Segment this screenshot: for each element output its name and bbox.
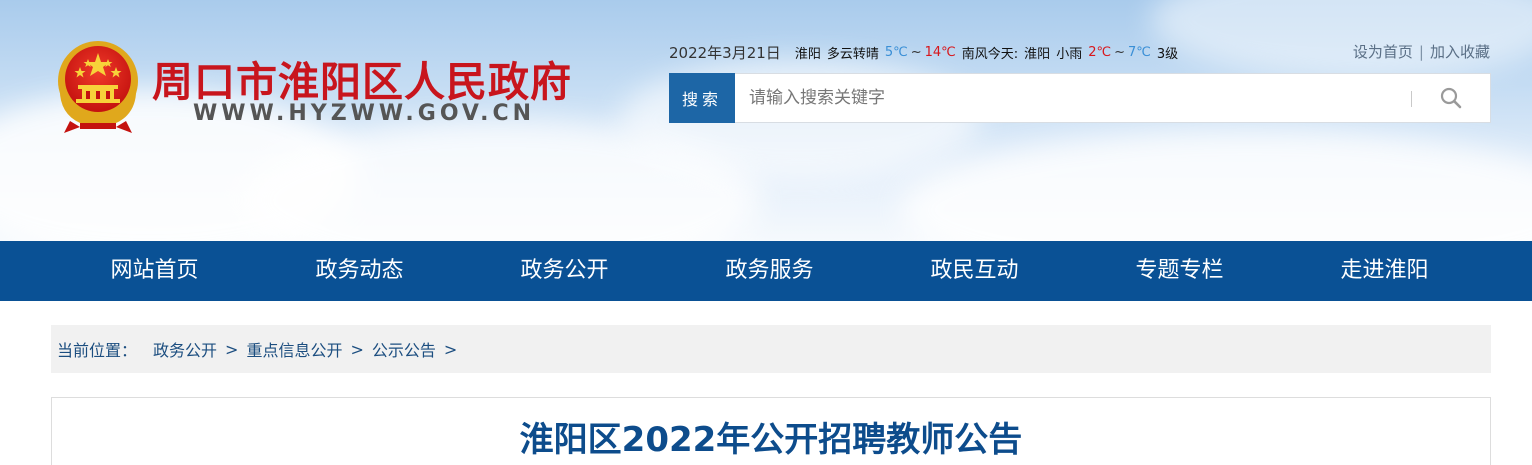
date-weather-bar: 2022年3月21日 淮阳 多云转晴 5℃ ~ 14℃ 南风今天: 淮阳 小雨 … bbox=[669, 41, 1184, 63]
weather-wind-level: 3级 bbox=[1156, 46, 1179, 62]
weather-tilde-2: ~ bbox=[1114, 44, 1125, 60]
nav-item-gov-news[interactable]: 政务动态 bbox=[257, 241, 462, 301]
weather-tilde: ~ bbox=[910, 44, 922, 60]
article-container: 淮阳区2022年公开招聘教师公告 bbox=[51, 397, 1491, 465]
nav-item-interaction[interactable]: 政民互动 bbox=[872, 241, 1077, 301]
site-title[interactable]: 周口市淮阳区人民政府 bbox=[152, 48, 572, 108]
top-links: 设为首页 | 加入收藏 bbox=[1353, 41, 1490, 62]
set-homepage-link[interactable]: 设为首页 bbox=[1353, 43, 1413, 61]
nav-item-gov-disclosure[interactable]: 政务公开 bbox=[462, 241, 667, 301]
breadcrumb-separator: > bbox=[443, 339, 458, 359]
nav-item-gov-service[interactable]: 政务服务 bbox=[667, 241, 872, 301]
search-label: 搜索 bbox=[669, 73, 735, 123]
breadcrumb-prefix: 当前位置： bbox=[57, 341, 138, 360]
weather-description-2: 小雨 bbox=[1056, 46, 1083, 62]
search-bar: 搜索 bbox=[669, 73, 1491, 123]
breadcrumb: 当前位置： 政务公开 > 重点信息公开 > 公示公告 > bbox=[51, 325, 1491, 373]
header: 周口市淮阳区人民政府 WWW.HYZWW.GOV.CN 2022年3月21日 淮… bbox=[0, 0, 1532, 241]
breadcrumb-separator: > bbox=[350, 339, 364, 359]
weather-high-temp: 14℃ bbox=[924, 44, 956, 60]
article-title: 淮阳区2022年公开招聘教师公告 bbox=[519, 420, 1023, 460]
weather-high-temp-2: 2℃ bbox=[1088, 44, 1112, 60]
weather-wind-label: 南风今天: bbox=[961, 46, 1019, 62]
search-input[interactable] bbox=[735, 74, 1411, 122]
add-favorite-link[interactable]: 加入收藏 bbox=[1430, 43, 1490, 61]
breadcrumb-separator: > bbox=[225, 339, 239, 359]
weather-city-2: 淮阳 bbox=[1024, 46, 1051, 62]
nav-item-home[interactable]: 网站首页 bbox=[52, 241, 257, 301]
weather-description: 多云转晴 bbox=[826, 46, 879, 62]
breadcrumb-link-key-info[interactable]: 重点信息公开 bbox=[246, 337, 342, 361]
search-button[interactable] bbox=[1412, 74, 1490, 122]
main-nav: 网站首页 政务动态 政务公开 政务服务 政民互动 专题专栏 走进淮阳 bbox=[0, 241, 1532, 301]
page: 周口市淮阳区人民政府 WWW.HYZWW.GOV.CN 2022年3月21日 淮… bbox=[0, 0, 1532, 465]
weather-low-temp: 5℃ bbox=[884, 44, 908, 60]
national-emblem-logo[interactable] bbox=[50, 35, 146, 135]
weather-city: 淮阳 bbox=[794, 46, 821, 62]
weather-low-temp-2: 7℃ bbox=[1127, 44, 1151, 60]
nav-item-special-topics[interactable]: 专题专栏 bbox=[1077, 241, 1282, 301]
cloud-decoration bbox=[900, 130, 1532, 241]
breadcrumb-link-disclosure[interactable]: 政务公开 bbox=[153, 337, 217, 361]
top-links-separator: | bbox=[1418, 43, 1424, 61]
current-date: 2022年3月21日 bbox=[669, 43, 781, 62]
breadcrumb-link-announcements[interactable]: 公示公告 bbox=[372, 337, 436, 361]
site-url: WWW.HYZWW.GOV.CN bbox=[193, 101, 536, 126]
search-icon bbox=[1440, 87, 1462, 109]
cloud-decoration bbox=[1150, 0, 1532, 80]
nav-item-about-huaiyang[interactable]: 走进淮阳 bbox=[1282, 241, 1487, 301]
